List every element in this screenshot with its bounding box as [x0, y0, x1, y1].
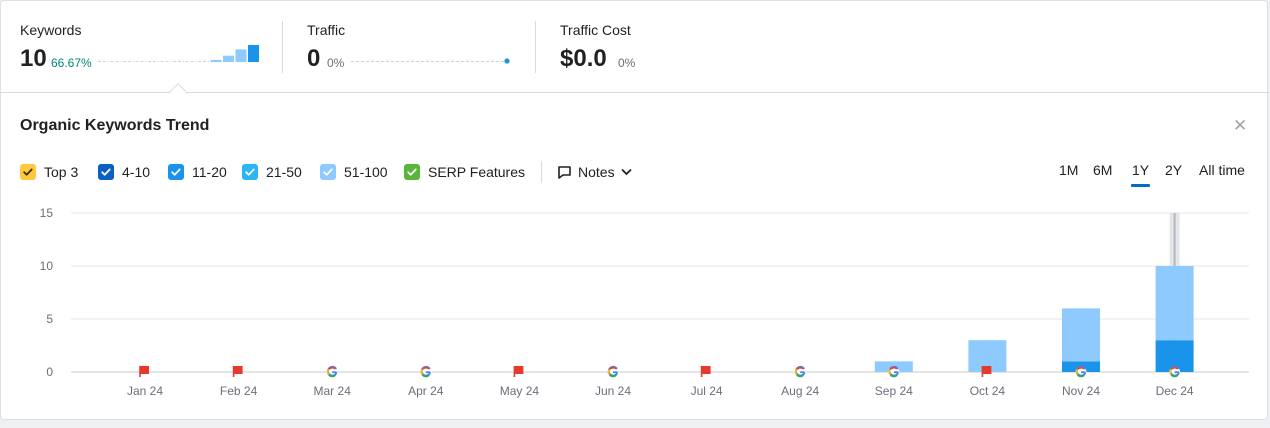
traffic-metric[interactable]: Traffic 0 0%	[307, 21, 517, 73]
traffic-cost-value: $0.0	[560, 45, 607, 72]
google-update-icon[interactable]	[888, 365, 900, 378]
google-update-icon[interactable]	[607, 365, 619, 378]
x-tick-label: Jun 24	[595, 384, 631, 398]
google-update-icon[interactable]	[420, 365, 432, 378]
x-tick-label: Sep 24	[875, 384, 913, 398]
date-range-selector: 1M 6M 1Y 2Y All time	[1041, 162, 1251, 188]
keywords-sparkline	[98, 45, 259, 62]
x-tick-label: May 24	[500, 384, 540, 398]
active-range-indicator	[1131, 184, 1150, 187]
close-icon[interactable]: ✕	[1233, 117, 1247, 135]
checkbox-checked-icon[interactable]	[20, 164, 36, 180]
x-tick-label: Jul 24	[691, 384, 723, 398]
checkbox-checked-icon[interactable]	[404, 164, 420, 180]
filter-top-3[interactable]: Top 3	[20, 162, 78, 182]
checkbox-checked-icon[interactable]	[242, 164, 258, 180]
traffic-sparkline	[351, 58, 510, 64]
x-tick-label: Oct 24	[970, 384, 1006, 398]
range-6m[interactable]: 6M	[1093, 162, 1112, 178]
range-all-time[interactable]: All time	[1199, 162, 1245, 178]
sparkline-end-dot	[504, 58, 510, 64]
sparkline-bar	[248, 45, 259, 62]
notes-dropdown[interactable]: Notes	[557, 162, 638, 182]
x-tick-label: Nov 24	[1062, 384, 1100, 398]
google-update-icon[interactable]	[326, 365, 338, 378]
filter-label: 21-50	[266, 164, 302, 180]
notes-label: Notes	[578, 164, 615, 180]
metric-divider	[535, 21, 536, 73]
y-tick-label: 10	[40, 259, 54, 273]
range-1y[interactable]: 1Y	[1132, 162, 1149, 178]
sparkline-bar	[210, 59, 222, 62]
filter-label: 4-10	[122, 164, 151, 180]
chevron-down-icon	[620, 168, 632, 176]
filter-label: 51-100	[344, 164, 388, 180]
filter-11-20[interactable]: 11-20	[168, 162, 227, 182]
range-1m[interactable]: 1M	[1059, 162, 1078, 178]
flag-icon[interactable]	[232, 366, 243, 377]
filter-serp-features[interactable]: SERP Features	[404, 162, 525, 182]
x-tick-label: Dec 24	[1156, 384, 1194, 398]
organic-keywords-chart: 0 5 10 15 Jan 24 Feb 24 Mar 24 Apr 24 May 24 Jun …	[40, 206, 1249, 398]
y-tick-label: 15	[40, 206, 54, 220]
x-tick-label: Mar 24	[314, 384, 352, 398]
filter-label: 11-20	[192, 164, 227, 180]
filter-divider	[541, 161, 542, 183]
google-update-icon[interactable]	[794, 365, 806, 378]
x-tick-label: Feb 24	[220, 384, 258, 398]
keywords-label: Keywords	[20, 22, 82, 38]
traffic-cost-change: 0%	[618, 56, 636, 70]
checkbox-checked-icon[interactable]	[98, 164, 114, 180]
sparkline-bar	[223, 55, 234, 62]
google-update-icon[interactable]	[1169, 365, 1181, 378]
keywords-metric[interactable]: Keywords 10 66.67%	[20, 21, 260, 73]
range-2y[interactable]: 2Y	[1165, 162, 1182, 178]
x-tick-label: Jan 24	[127, 384, 163, 398]
bar-segment[interactable]	[1155, 266, 1194, 341]
traffic-value: 0	[307, 45, 321, 72]
metrics-row: Keywords 10 66.67% Traffic 0 0% Traffic …	[1, 1, 1269, 93]
sparkline-bar	[235, 49, 247, 62]
traffic-change: 0%	[327, 56, 345, 70]
filter-label: SERP Features	[428, 164, 526, 180]
panel-title: Organic Keywords Trend	[20, 117, 210, 134]
x-tick-label: Apr 24	[408, 384, 444, 398]
keywords-value: 10	[20, 45, 47, 72]
flag-icon[interactable]	[981, 366, 992, 377]
flag-icon[interactable]	[139, 366, 149, 377]
checkbox-checked-icon[interactable]	[320, 164, 336, 180]
traffic-cost-label: Traffic Cost	[560, 22, 631, 38]
bar-segment[interactable]	[1062, 308, 1100, 362]
filter-21-50[interactable]: 21-50	[242, 162, 302, 182]
google-update-icon[interactable]	[1075, 365, 1087, 378]
organic-keywords-card: Keywords 10 66.67% Traffic 0 0% Traffic …	[0, 0, 1269, 420]
filter-51-100[interactable]: 51-100	[320, 162, 388, 182]
traffic-label: Traffic	[307, 22, 346, 38]
flag-icon[interactable]	[513, 366, 524, 377]
filter-4-10[interactable]: 4-10	[98, 162, 150, 182]
flag-icon[interactable]	[700, 366, 711, 377]
x-tick-label: Aug 24	[781, 384, 819, 398]
traffic-cost-metric[interactable]: Traffic Cost $0.0 0%	[560, 21, 760, 73]
filter-label: Top 3	[44, 164, 79, 180]
y-tick-label: 0	[46, 365, 53, 379]
y-tick-label: 5	[46, 312, 53, 326]
keywords-change: 66.67%	[51, 56, 92, 70]
checkbox-checked-icon[interactable]	[168, 164, 184, 180]
metric-divider	[282, 21, 283, 73]
comment-icon	[558, 165, 571, 179]
